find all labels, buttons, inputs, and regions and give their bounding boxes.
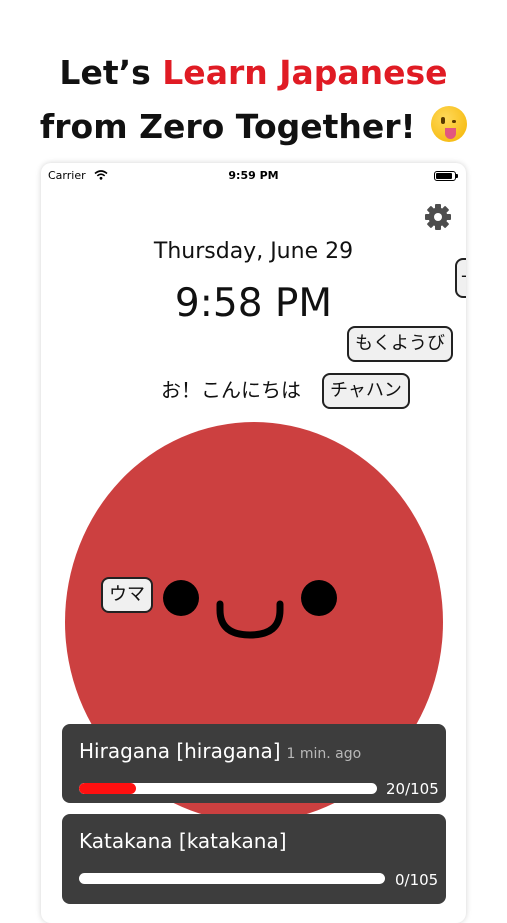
card-title: Katakana [katakana] (79, 829, 287, 853)
progress-bar (79, 783, 377, 794)
progress-fill (79, 783, 136, 794)
date-label: Thursday, June 29 (153, 239, 354, 264)
progress-bar (79, 873, 385, 884)
mascot-right-eye (301, 580, 337, 616)
headline-second-line: from Zero Together! (39, 107, 416, 146)
tongue-emoji-icon (431, 106, 468, 142)
card-last-seen: 1 min. ago (286, 746, 362, 762)
headline-lead: Let’s (59, 53, 163, 92)
headline-line-2: from Zero Together! (0, 100, 507, 154)
progress-count: 20/105 (386, 780, 439, 798)
card-title-row: Hiragana [hiragana] 1 min. ago (79, 739, 361, 763)
greeting-text: お！こんにちは (161, 378, 301, 402)
lesson-card-hiragana[interactable]: Hiragana [hiragana] 1 min. ago 20/105 (62, 724, 446, 803)
word-bubble-food[interactable]: チャハン (322, 373, 410, 409)
word-bubble-weekday[interactable]: もくようび (347, 326, 453, 362)
promo-headline: Let’s Learn Japanese from Zero Together! (0, 46, 507, 154)
time-label: 9:58 PM (174, 281, 333, 326)
progress-count: 0/105 (395, 871, 439, 889)
headline-accent: Learn Japanese (162, 53, 448, 92)
word-bubble-horse[interactable]: ウマ (101, 577, 153, 613)
mascot-mouth (216, 600, 284, 639)
card-title: Hiragana [hiragana] (79, 739, 281, 763)
edge-word-bubble[interactable]: - (455, 258, 466, 298)
gear-icon[interactable] (424, 203, 452, 231)
lesson-card-katakana[interactable]: Katakana [katakana] 0/105 (62, 814, 446, 904)
phone-screen: Carrier 9:59 PM Thursday, June 29 9:58 P… (41, 163, 466, 923)
status-clock: 9:59 PM (228, 169, 279, 182)
battery-icon (434, 171, 458, 181)
headline-line-1: Let’s Learn Japanese (0, 46, 507, 100)
mascot-left-eye (163, 580, 199, 616)
card-title-row: Katakana [katakana] (79, 829, 287, 853)
status-bar: Carrier 9:59 PM (41, 169, 466, 185)
